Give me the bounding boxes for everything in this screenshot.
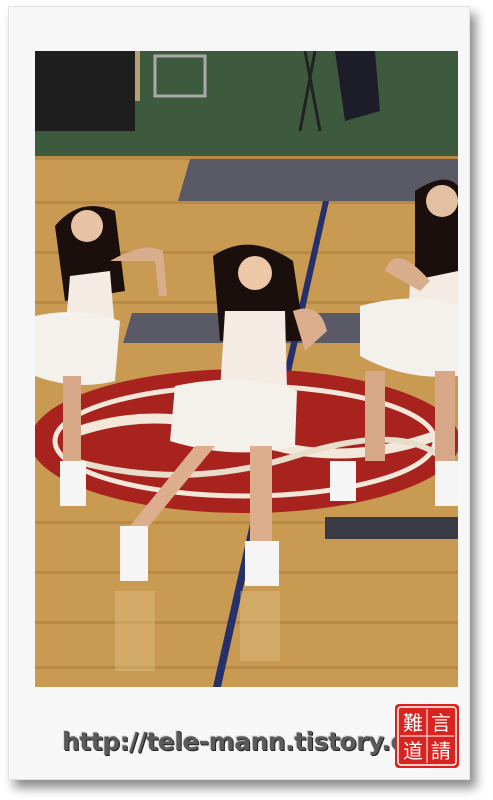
seal-glyph-3: 道 bbox=[403, 739, 423, 763]
dark-equipment bbox=[35, 51, 135, 131]
floor-logo-small bbox=[325, 517, 458, 539]
photo-frame bbox=[8, 6, 470, 780]
post bbox=[135, 51, 140, 101]
photo-scene bbox=[35, 51, 458, 687]
floor-reflection bbox=[115, 591, 155, 671]
floor-reflection-2 bbox=[240, 591, 280, 661]
seal-glyph-2: 言 bbox=[431, 711, 451, 735]
cheerleader-photo bbox=[35, 51, 458, 687]
seal-glyph-1: 難 bbox=[403, 711, 423, 735]
seal-stamp-icon: 難 言 道 請 bbox=[395, 704, 459, 768]
watermark-url: http://tele-mann.tistory.com bbox=[62, 727, 448, 756]
seal-glyph-4: 請 bbox=[431, 739, 451, 763]
